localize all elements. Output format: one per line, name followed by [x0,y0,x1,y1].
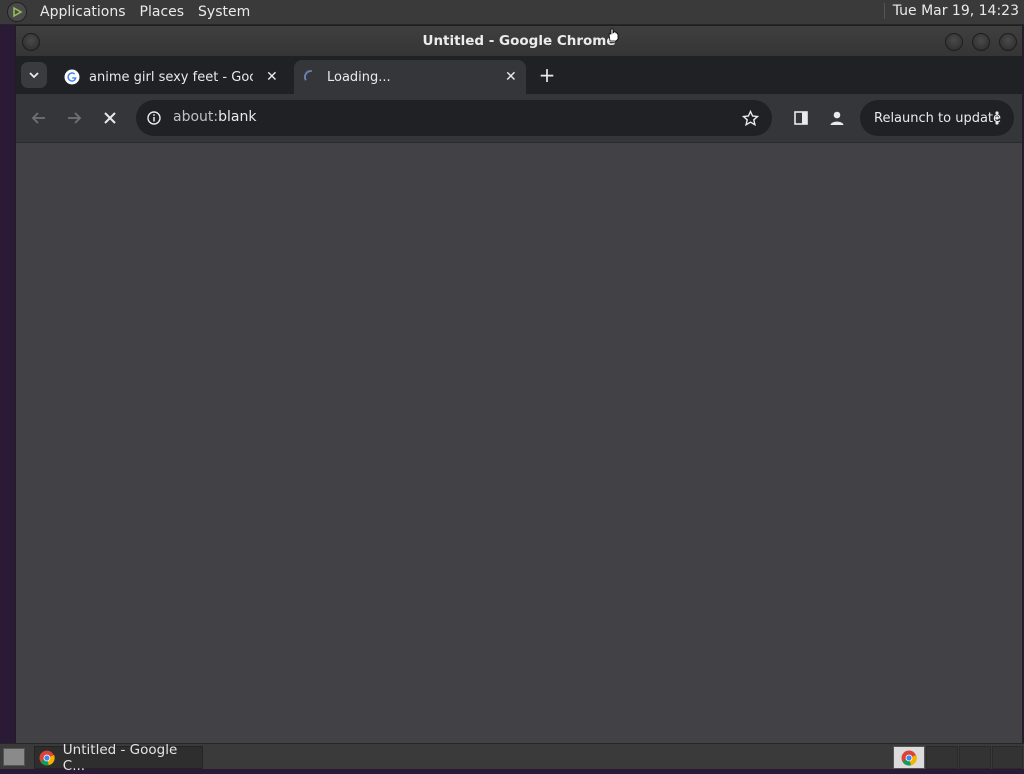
back-button[interactable] [27,106,51,130]
top-panel: Applications Places System Tue Mar 19, 1… [0,0,1024,25]
workspace-1[interactable] [893,746,925,769]
taskbar-item-label: Untitled - Google C... [62,741,178,774]
window-titlebar[interactable]: Untitled - Google Chrome [16,26,1022,56]
distro-logo-icon[interactable] [7,2,27,22]
workspace-4[interactable] [992,746,1023,769]
tab-google-search[interactable]: anime girl sexy feet - Google ✕ [56,60,290,94]
taskbar-item-chrome[interactable]: Untitled - Google C... [34,742,203,774]
clock[interactable]: Tue Mar 19, 14:23 [883,3,1019,19]
more-vertical-icon[interactable] [994,110,1000,126]
browser-toolbar: about:blank Relaunch to update [16,94,1022,143]
workspace-3[interactable] [959,746,991,769]
tab-label: anime girl sexy feet - Google [89,69,253,85]
maximize-button[interactable] [972,33,990,51]
show-desktop-icon[interactable] [3,748,25,766]
workspace-2[interactable] [926,746,958,769]
close-icon [104,112,116,124]
arrow-right-icon [68,112,82,124]
window-menu-icon[interactable] [22,33,40,51]
tab-label: Loading... [327,69,391,85]
chrome-window: Untitled - Google Chrome anime girl sexy… [15,25,1023,745]
address-bar[interactable]: about:blank [136,100,772,136]
url-text[interactable]: about:blank [173,109,256,125]
plus-icon: + [538,63,556,87]
forward-button[interactable] [62,106,86,130]
bottom-taskbar: Untitled - Google C... [0,742,1024,774]
bookmark-star-icon[interactable] [742,110,759,127]
chrome-icon [39,750,55,765]
menu-places[interactable]: Places [133,4,192,20]
info-icon[interactable] [147,111,161,125]
hand-cursor-icon [608,28,619,42]
tab-search-button[interactable] [21,62,47,88]
relaunch-label: Relaunch to update [874,110,1002,126]
profile-avatar-icon [830,111,844,125]
stop-loading-button[interactable] [98,106,122,130]
side-panel-button[interactable] [789,106,813,130]
minimize-button[interactable] [945,33,963,51]
chevron-down-icon [29,71,39,78]
window-title: Untitled - Google Chrome [422,33,616,49]
side-panel-icon [794,111,808,125]
tab-close-icon[interactable]: ✕ [505,69,517,85]
url-scheme: about: [173,109,219,125]
tab-loading[interactable]: Loading... ✕ [294,60,526,94]
new-tab-button[interactable]: + [536,63,558,87]
page-content[interactable] [16,143,1022,744]
tab-strip: anime girl sexy feet - Google ✕ Loading.… [16,56,1022,94]
arrow-left-icon [31,112,45,124]
menu-applications[interactable]: Applications [33,4,133,20]
loading-spinner-icon [303,69,312,81]
tab-close-icon[interactable]: ✕ [266,69,278,85]
menu-system[interactable]: System [191,4,257,20]
close-window-button[interactable] [999,33,1017,51]
profile-button[interactable] [825,106,849,130]
google-g-icon [64,69,80,85]
chrome-icon [901,750,917,765]
url-host: blank [218,109,257,125]
relaunch-to-update-button[interactable]: Relaunch to update [860,100,1014,136]
